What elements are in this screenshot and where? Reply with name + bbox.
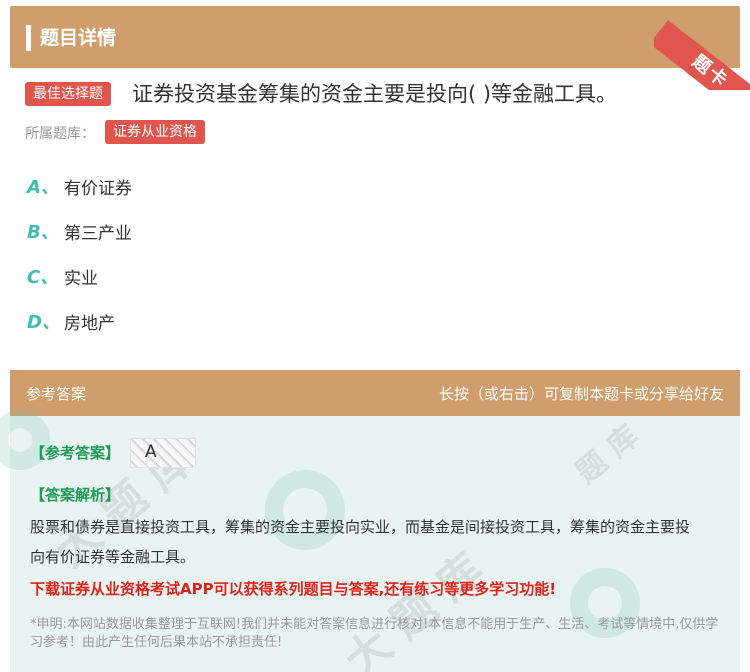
watermark-glyph: 题 库 — [569, 418, 646, 491]
analysis-label: 【答案解析】 — [30, 486, 121, 504]
answer-panel: 参考答案 长按（或右击）可复制本题卡或分享给好友 大 题 库 大 题 库 题 库… — [0, 370, 740, 672]
page-title: 题目详情 — [40, 27, 117, 49]
header-bar: 题目详情 — [10, 6, 740, 68]
header-accent-bar — [26, 25, 31, 51]
share-hint: 长按（或右击）可复制本题卡或分享给好友 — [438, 385, 724, 403]
option-letter: D、 — [27, 312, 60, 333]
option-text: 有价证券 — [64, 179, 132, 199]
option-text: 第三产业 — [64, 224, 132, 244]
question-type-tag: 最佳选择题 — [25, 82, 111, 106]
category-label: 所属题库： — [25, 126, 95, 142]
answer-value: A — [145, 442, 157, 462]
question-row: 最佳选择题 证券投资基金筹集的资金主要是投向( )等金融工具。 — [25, 80, 740, 112]
option-letter: C、 — [27, 267, 59, 288]
answer-header-title: 参考答案 — [26, 385, 87, 403]
option-text: 房地产 — [64, 314, 115, 334]
option-letter: A、 — [27, 177, 59, 198]
answer-image: A — [130, 438, 196, 468]
answer-panel-header: 参考答案 长按（或右击）可复制本题卡或分享给好友 — [10, 370, 740, 416]
option-letter: B、 — [27, 222, 59, 243]
category-tag[interactable]: 证券从业资格 — [105, 120, 205, 144]
app-download-promo[interactable]: 下载证券从业资格考试APP可以获得系列题目与答案,还有练习等更多学习功能! — [30, 578, 556, 599]
analysis-text: 股票和债券是直接投资工具，筹集的资金主要投向实业，而基金是间接投资工具，筹集的资… — [30, 518, 691, 566]
question-card-ribbon[interactable]: 题卡 — [654, 0, 750, 90]
disclaimer-text: *申明:本网站数据收集整理于互联网!我们并未能对答案信息进行核对!本信息不能用于… — [30, 617, 719, 650]
question-text: 证券投资基金筹集的资金主要是投向( )等金融工具。 — [132, 82, 618, 106]
option-text: 实业 — [64, 269, 98, 289]
answer-label: 【参考答案】 — [30, 444, 121, 462]
